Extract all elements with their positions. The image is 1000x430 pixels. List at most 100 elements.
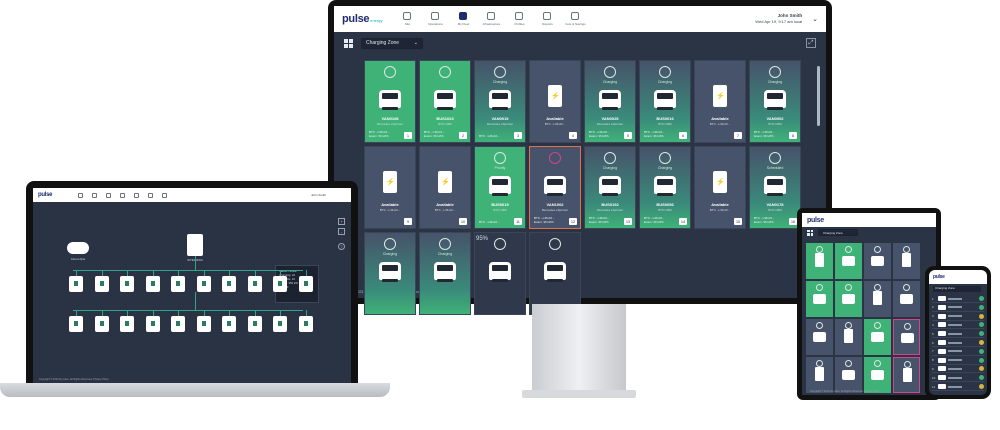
charger-tile[interactable]: Charging BUS0192 Mercedes eSprinter BTC - L… <box>584 146 636 229</box>
charger-tile[interactable]: BUS1023 BYD C8M BTC - L36-02... Exam: 36 kW… <box>419 60 471 143</box>
charger-node-icon[interactable] <box>145 316 160 332</box>
phone-list-item[interactable]: 11 <box>932 383 984 391</box>
tablet-tile[interactable] <box>806 357 833 393</box>
phone-list-item[interactable]: 5 <box>932 330 984 339</box>
charger-node-icon[interactable] <box>196 316 211 332</box>
phone-list-item[interactable]: 2 <box>932 304 984 312</box>
phone-list-item[interactable]: 8 <box>932 357 984 365</box>
charger-node-icon[interactable] <box>298 316 313 332</box>
charger-tile[interactable]: Charging VAN0019 Mercedes eSprinter BTC - L… <box>474 60 526 143</box>
site-hub-icon[interactable] <box>187 234 203 256</box>
nav-item-site[interactable]: Site <box>396 12 418 26</box>
charger-node-icon[interactable] <box>120 316 134 332</box>
fullscreen-icon[interactable]: ⤢ <box>806 38 816 48</box>
tablet-tile[interactable] <box>835 319 862 355</box>
van-icon <box>842 256 855 266</box>
fleet-icon[interactable] <box>106 192 112 198</box>
tablet-tile[interactable] <box>864 319 891 355</box>
charger-tile[interactable]: Charging <box>419 232 471 315</box>
infrastructure-icon[interactable] <box>120 192 126 198</box>
charger-tile[interactable]: Charging VAN0025 Mercedes eSprinter BTC - L… <box>584 60 636 143</box>
tablet-tile[interactable] <box>864 243 891 279</box>
charger-tile[interactable]: VAN0108 Mercedes eSprinter BTC - L36-02...… <box>364 60 416 143</box>
charger-tile[interactable]: Charging BUS0056 BYD C8M BTC - L36-02... Exa… <box>639 146 691 229</box>
cost-icon[interactable] <box>162 192 168 198</box>
user-info[interactable]: John Smith Wed Apr 19, 9:17 am local <box>755 13 802 25</box>
zoom-out-icon[interactable]: - <box>338 228 345 235</box>
charger-node-icon[interactable] <box>69 316 83 332</box>
charger-node-icon[interactable] <box>145 276 160 292</box>
charger-node-icon[interactable] <box>247 276 262 292</box>
tablet-tile[interactable] <box>835 357 862 393</box>
charger-node-icon[interactable] <box>120 276 134 292</box>
tablet-tile[interactable] <box>864 357 891 393</box>
tablet-tile[interactable] <box>893 281 920 317</box>
charger-node-icon[interactable] <box>247 316 262 332</box>
zone-select[interactable]: Charging Zone <box>818 229 858 236</box>
brand-logo[interactable]: pulse <box>807 217 824 224</box>
phone-list-item[interactable]: 9 <box>932 365 984 374</box>
zone-select[interactable]: Charging Zone ⌄ <box>361 37 423 49</box>
charger-node-icon[interactable] <box>69 276 83 292</box>
charger-tile[interactable]: AvailableBTC - L36-02... 15 <box>694 146 746 229</box>
charger-tile[interactable]: AvailableBTC - L36-02... 4 <box>529 60 581 143</box>
charger-node-icon[interactable] <box>298 276 313 292</box>
brand-logo[interactable]: pulse <box>38 192 52 198</box>
tablet-tile[interactable] <box>893 357 920 393</box>
scrollbar[interactable] <box>817 66 820 126</box>
charger-node-icon[interactable] <box>273 276 287 292</box>
grid-view-icon[interactable] <box>344 38 353 48</box>
charger-node-icon[interactable] <box>196 276 211 292</box>
tablet-tile[interactable] <box>806 281 833 317</box>
phone-list-item[interactable]: 3 <box>932 313 984 321</box>
charger-tile[interactable]: Charging <box>364 232 416 315</box>
charger-tile[interactable]: AvailableBTC - L36-02... 9 <box>364 146 416 229</box>
zoom-in-icon[interactable]: + <box>338 218 345 225</box>
tablet-tile[interactable] <box>806 319 833 355</box>
nav-item-operations[interactable]: Operations <box>424 12 446 26</box>
tablet-tile[interactable] <box>864 281 891 317</box>
tablet-tile[interactable] <box>835 281 862 317</box>
site-icon[interactable] <box>78 192 84 198</box>
charger-node-icon[interactable] <box>94 316 109 332</box>
phone-list-item[interactable]: 1 <box>932 295 984 303</box>
phone-list-item[interactable]: 7 <box>932 348 984 356</box>
chevron-down-icon[interactable]: ⌄ <box>812 15 818 23</box>
zone-select[interactable]: Charging Zone <box>933 286 981 292</box>
charger-tile[interactable]: AvailableBTC - L36-02... 7 <box>694 60 746 143</box>
charger-tile[interactable]: VAN1002 Mercedes eSprinter BTC - L36-02...… <box>529 146 581 229</box>
charger-tile[interactable]: Charging VAN0002 BYD C8M BTC - L36-02... Exa… <box>749 60 801 143</box>
charger-tile[interactable]: Scheduled VAN0178 BYD C8M BTC - L36-02... Ex… <box>749 146 801 229</box>
profiles-icon[interactable] <box>134 192 140 198</box>
nav-item-reports[interactable]: Reports <box>536 12 558 26</box>
operations-icon[interactable] <box>92 192 98 198</box>
charger-node-icon[interactable] <box>94 276 109 292</box>
tablet-tile[interactable] <box>806 243 833 279</box>
charger-node-icon[interactable] <box>222 316 236 332</box>
help-icon[interactable]: ? <box>338 243 345 250</box>
phone-list-item[interactable]: 4 <box>932 321 984 330</box>
brand-logo[interactable]: pulse <box>933 274 945 280</box>
phone-list-item[interactable]: 10 <box>932 374 984 383</box>
charger-node-icon[interactable] <box>171 316 185 332</box>
nav-item-infrastructure[interactable]: Infrastructure <box>480 12 502 26</box>
tablet-tile[interactable] <box>893 319 920 355</box>
tablet-tile[interactable] <box>893 243 920 279</box>
nav-item-fleet[interactable]: My Fleet <box>452 12 474 26</box>
brand-logo[interactable]: pulse energy <box>342 13 382 25</box>
charger-tile[interactable]: Priority BUS0019 BYD C8M BTC - L36-02... 11 <box>474 146 526 229</box>
charger-node-icon[interactable] <box>171 276 185 292</box>
charger-node-icon[interactable] <box>222 276 236 292</box>
user-name[interactable]: John Smith <box>311 193 326 197</box>
charger-node-icon[interactable] <box>273 316 287 332</box>
charger-tile[interactable]: Charging BUS0016 BYD C8M BTC - L36-02... Exa… <box>639 60 691 143</box>
reports-icon[interactable] <box>148 192 154 198</box>
grid-view-icon[interactable] <box>807 229 813 236</box>
nav-item-cost[interactable]: Cost & Savings <box>564 12 586 26</box>
nav-item-profiles[interactable]: Profiles <box>508 12 530 26</box>
tablet-tile[interactable] <box>835 243 862 279</box>
charger-tile[interactable]: AvailableBTC - L36-02... 10 <box>419 146 471 229</box>
charger-tile[interactable] <box>529 232 581 315</box>
phone-list-item[interactable]: 6 <box>932 339 984 347</box>
charger-tile[interactable] <box>474 232 526 315</box>
